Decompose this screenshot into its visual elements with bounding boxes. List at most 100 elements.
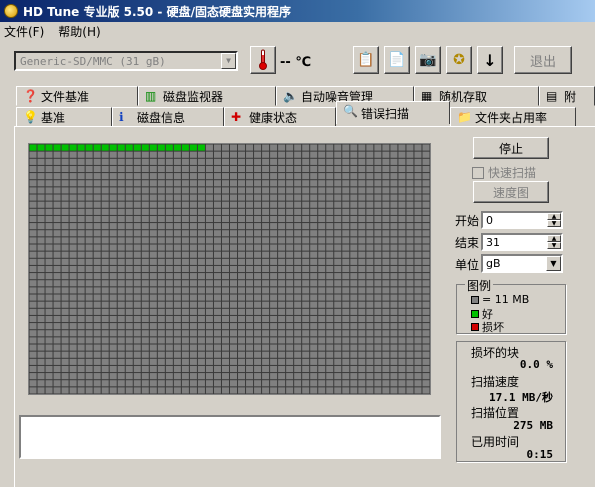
block-unscanned: [181, 173, 189, 180]
tab-extra[interactable]: ▤ 附: [539, 86, 595, 106]
block-unscanned: [221, 258, 229, 265]
block-unscanned: [221, 351, 229, 358]
block-unscanned: [117, 301, 125, 308]
block-unscanned: [238, 208, 246, 215]
block-unscanned: [125, 330, 133, 337]
block-unscanned: [93, 301, 101, 308]
block-unscanned: [117, 330, 125, 337]
block-unscanned: [270, 301, 278, 308]
block-unscanned: [422, 373, 430, 380]
block-unscanned: [302, 180, 310, 187]
block-unscanned: [133, 223, 141, 230]
block-unscanned: [189, 308, 197, 315]
save-button[interactable]: ↓: [477, 46, 503, 74]
block-unscanned: [406, 180, 414, 187]
block-unscanned: [414, 387, 422, 394]
block-unscanned: [213, 365, 221, 373]
block-unscanned: [181, 287, 189, 294]
tab-file-benchmark[interactable]: ❓ 文件基准: [16, 86, 138, 106]
block-unscanned: [45, 373, 53, 380]
block-unscanned: [69, 373, 77, 380]
block-unscanned: [149, 387, 157, 394]
speed-map-button[interactable]: 速度图: [473, 181, 549, 203]
block-unscanned: [189, 344, 197, 351]
tab-disk-info[interactable]: ℹ 磁盘信息: [112, 107, 224, 127]
copy-info-button[interactable]: 📄: [384, 46, 410, 74]
unit-select[interactable]: gB ▼: [481, 254, 563, 273]
stop-button[interactable]: 停止: [473, 137, 549, 159]
tab-folder-usage[interactable]: 📁 文件夹占用率: [450, 107, 576, 127]
block-unscanned: [45, 315, 53, 323]
block-unscanned: [173, 187, 181, 194]
block-unscanned: [230, 158, 238, 165]
block-unscanned: [310, 380, 318, 387]
start-label: 开始: [455, 214, 480, 228]
block-unscanned: [125, 380, 133, 387]
block-unscanned: [157, 208, 165, 215]
block-unscanned: [382, 251, 390, 258]
block-unscanned: [358, 158, 366, 165]
tab-disk-monitor[interactable]: ▥ 磁盘监视器: [138, 86, 276, 106]
block-unscanned: [205, 273, 213, 280]
block-unscanned: [318, 144, 326, 151]
block-unscanned: [414, 280, 422, 287]
spin-down-icon[interactable]: ▼: [547, 220, 561, 227]
block-unscanned: [221, 387, 229, 394]
block-unscanned: [29, 165, 37, 173]
spin-up-icon[interactable]: ▲: [547, 213, 561, 220]
block-unscanned: [390, 351, 398, 358]
block-unscanned: [270, 151, 278, 158]
block-unscanned: [286, 358, 294, 365]
block-unscanned: [117, 351, 125, 358]
block-unscanned: [374, 237, 382, 244]
menu-help[interactable]: 帮助(H): [58, 23, 100, 40]
block-unscanned: [230, 330, 238, 337]
block-good: [37, 144, 45, 151]
copy-text-button[interactable]: 📋: [353, 46, 379, 74]
temperature-button[interactable]: [250, 46, 276, 74]
block-unscanned: [238, 244, 246, 251]
block-unscanned: [310, 223, 318, 230]
block-unscanned: [286, 265, 294, 273]
block-unscanned: [69, 280, 77, 287]
block-unscanned: [37, 265, 45, 273]
block-unscanned: [270, 208, 278, 215]
block-unscanned: [141, 151, 149, 158]
tab-health[interactable]: ✚ 健康状态: [224, 107, 336, 127]
block-unscanned: [286, 301, 294, 308]
chevron-down-icon[interactable]: ▼: [221, 53, 236, 69]
block-unscanned: [286, 194, 294, 201]
exit-button[interactable]: 退出: [514, 46, 572, 74]
block-unscanned: [398, 165, 406, 173]
block-unscanned: [85, 308, 93, 315]
block-unscanned: [45, 308, 53, 315]
block-unscanned: [286, 230, 294, 237]
tab-benchmark[interactable]: 💡 基准: [16, 107, 112, 127]
start-input[interactable]: 0 ▲ ▼: [481, 211, 563, 229]
block-unscanned: [85, 237, 93, 244]
quick-scan-option[interactable]: 快速扫描: [472, 164, 536, 181]
block-good: [149, 144, 157, 151]
block-unscanned: [45, 180, 53, 187]
quick-scan-checkbox[interactable]: [472, 166, 484, 179]
block-unscanned: [101, 194, 109, 201]
spin-down-icon[interactable]: ▼: [547, 242, 561, 249]
end-input[interactable]: 31 ▲ ▼: [481, 233, 563, 251]
spin-up-icon[interactable]: ▲: [547, 235, 561, 242]
drive-select[interactable]: Generic-SD/MMC (31 gB) ▼: [14, 51, 238, 71]
block-unscanned: [37, 301, 45, 308]
block-unscanned: [238, 144, 246, 151]
screenshot-button[interactable]: 📷: [415, 46, 441, 74]
menu-file[interactable]: 文件(F): [4, 23, 44, 40]
options-button[interactable]: ✪: [446, 46, 472, 74]
block-unscanned: [117, 173, 125, 180]
block-unscanned: [61, 187, 69, 194]
block-unscanned: [165, 237, 173, 244]
block-unscanned: [221, 187, 229, 194]
block-unscanned: [101, 337, 109, 344]
block-unscanned: [157, 215, 165, 223]
block-unscanned: [422, 294, 430, 301]
tab-error-scan[interactable]: 🔍 错误扫描: [336, 101, 450, 124]
block-unscanned: [254, 230, 262, 237]
chevron-down-icon[interactable]: ▼: [546, 256, 561, 271]
